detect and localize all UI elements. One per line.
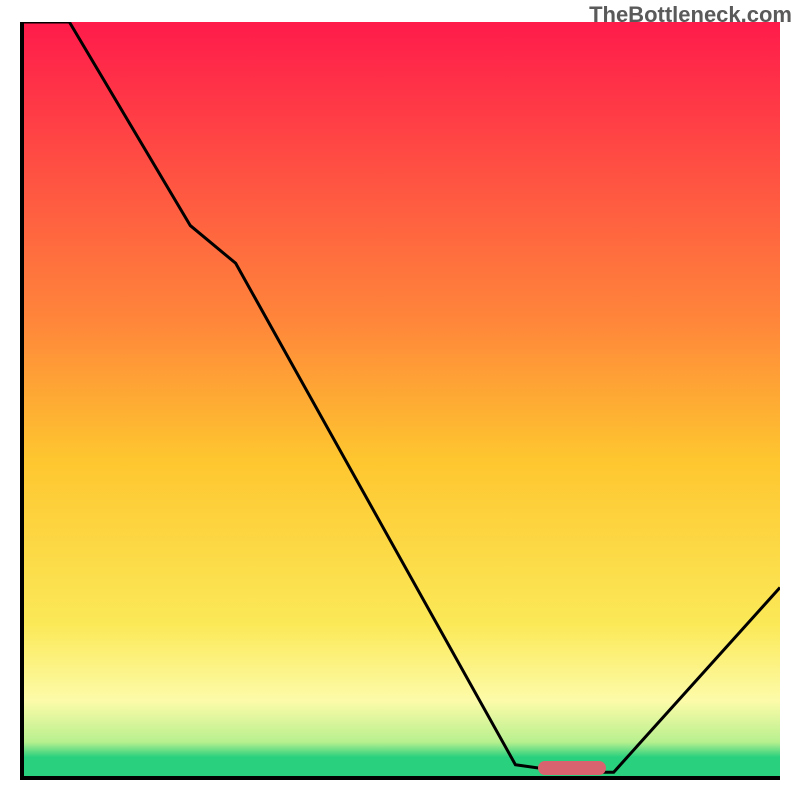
chart-canvas: TheBottleneck.com	[0, 0, 800, 800]
bottleneck-curve	[24, 22, 780, 776]
plot-area	[20, 22, 780, 780]
optimal-marker	[538, 761, 606, 775]
